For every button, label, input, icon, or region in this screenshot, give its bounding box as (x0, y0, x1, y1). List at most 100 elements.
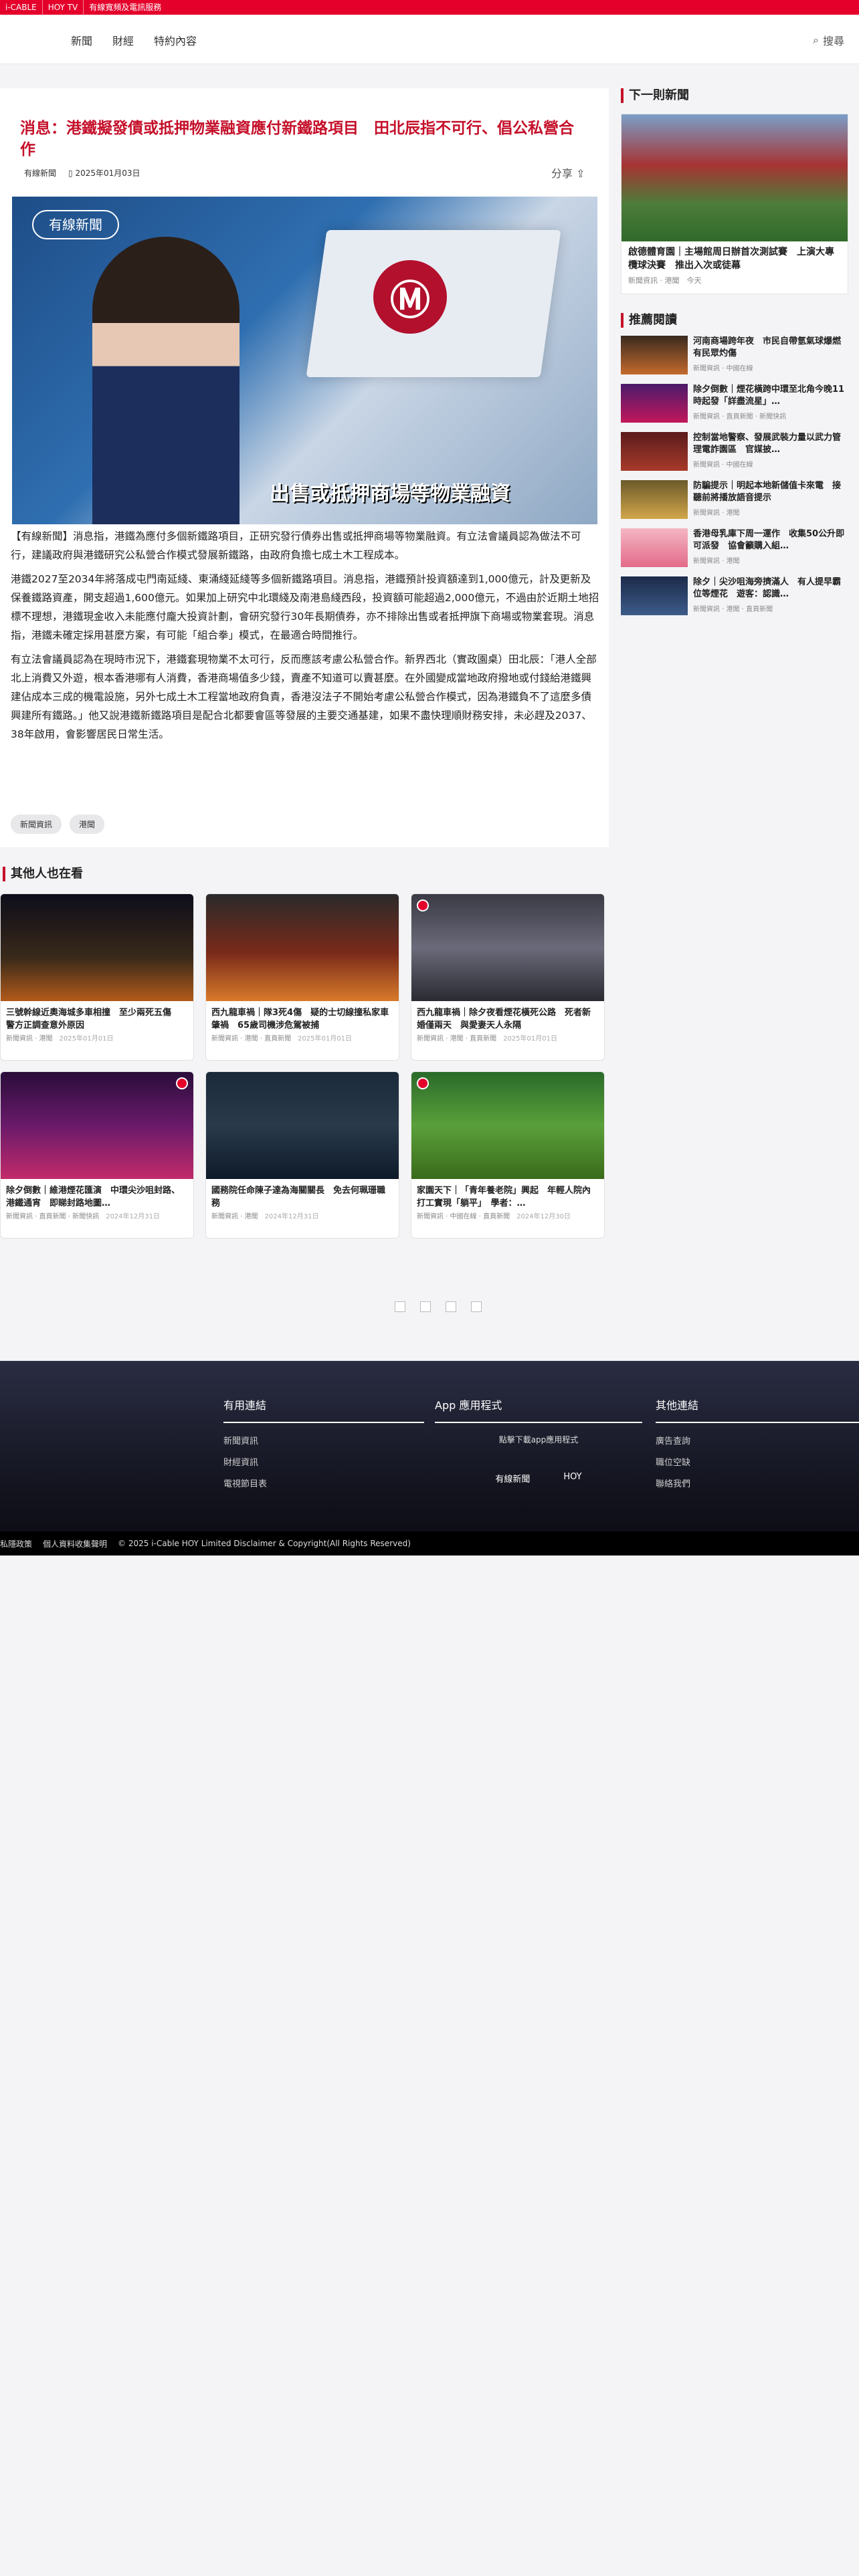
share-button[interactable]: 分享 ⇪ (551, 165, 585, 181)
card-date: 2024年12月31日 (106, 1213, 160, 1220)
article-date-text: 2025年01月03日 (75, 169, 140, 178)
card-date: 2024年12月30日 (516, 1213, 571, 1220)
footer-app-text: 點擊下載app應用程式 (498, 1435, 579, 1444)
topbar-link-hoytv[interactable]: HOY TV (43, 0, 84, 15)
card-date: 2024年12月31日 (264, 1213, 319, 1220)
rec-thumb (621, 432, 688, 471)
share-label: 分享 (551, 167, 573, 180)
card-title: 三號幹線近奧海城多車相撞 至少兩死五傷 警方正調查意外原因 (6, 1008, 181, 1031)
rec-meta: 新聞資訊 · 港聞 (693, 510, 740, 517)
footer-col1-heading: 有用連結 (223, 1396, 424, 1423)
card-category: 新聞資訊 · 中國在線 · 直頁新聞 (417, 1213, 510, 1220)
paragraph-2: 港鐵2027至2034年將落成屯門南延綫、東涌綫延綫等多個新鐵路項目。消息指，港… (11, 573, 599, 641)
others-heading: 其他人也在看 (3, 867, 83, 881)
nav-sponsored[interactable]: 特約內容 (154, 32, 197, 48)
article-date: ▯ 2025年01月03日 (68, 167, 140, 179)
card-date: 2025年01月01日 (298, 1035, 352, 1043)
rec-title: 除夕倒數｜煙花橫跨中環至北角今晚11時起發「詳盡流星」… (693, 385, 845, 407)
card-image (206, 1072, 399, 1179)
tag-hk[interactable]: 港聞 (70, 815, 105, 834)
article-body: 【有線新聞】消息指，港鐵為應付多個新鐵路項目，正研究發行債券出售或抵押商場等物業… (11, 527, 599, 744)
site-footer: 有用連結 新聞資訊 財經資訊 電視節目表 App 應用程式 點擊下載app應用程… (0, 1361, 859, 1555)
tag-news[interactable]: 新聞資訊 (11, 815, 62, 834)
share-icon: ⇪ (576, 167, 585, 180)
card-category: 新聞資訊 · 直頁新聞 · 新聞快訊 (6, 1213, 100, 1220)
others-grid: 三號幹線近奧海城多車相撞 至少兩死五傷 警方正調查意外原因 新聞資訊 · 港聞 … (0, 893, 609, 1239)
news-card[interactable]: 家園天下｜「青年養老院」興起 年輕人院內打工實現「躺平」 學者：… 新聞資訊 ·… (411, 1071, 605, 1239)
card-meta: 新聞資訊 · 港聞 2025年01月01日 (1, 1032, 193, 1047)
footer-link-jobs[interactable]: 職位空缺 (656, 1453, 859, 1474)
nav-news[interactable]: 新聞 (71, 32, 92, 48)
card-meta: 新聞資訊 · 港聞 · 直頁新聞 2025年01月01日 (411, 1032, 604, 1047)
topbar-link-broadband[interactable]: 有線寬頻及電訊服務 (84, 0, 167, 15)
card-category: 新聞資訊 · 港聞 · 直頁新聞 (417, 1035, 497, 1043)
news-card[interactable]: 西九龍車禍｜隊3死4傷 疑的士切線撞私家車肇禍 65歲司機涉危駕被捕 新聞資訊 … (205, 893, 399, 1061)
rec-title: 香港母乳庫下周一運作 收集50公升即可派發 協會籲購入組… (693, 529, 845, 551)
list-item[interactable]: 香港母乳庫下周一運作 收集50公升即可派發 協會籲購入組… 新聞資訊 · 港聞 (621, 528, 848, 568)
list-item[interactable]: 防騙提示｜明起本地新儲值卡來電 接聽前將播放語音提示新聞資訊 · 港聞 (621, 480, 848, 520)
footer-link-contact[interactable]: 聯絡我們 (656, 1474, 859, 1495)
footer-link-news[interactable]: 新聞資訊 (223, 1431, 424, 1453)
mtr-logo-icon: Ⓜ (373, 260, 447, 334)
card-image (411, 1072, 604, 1179)
rec-title: 防騙提示｜明起本地新儲值卡來電 接聽前將播放語音提示 (693, 481, 842, 503)
ad-placeholder-row (395, 1301, 482, 1312)
ad-placeholder-icon[interactable] (420, 1301, 431, 1312)
footer-apps: App 應用程式 點擊下載app應用程式 有線新聞 HOY (435, 1396, 642, 1485)
next-news-card[interactable]: 啟德體育園｜主場館周日辦首次測試賽 上演大專欖球決賽 推出入次或徒幕 新聞資訊 … (621, 114, 848, 294)
news-card[interactable]: 西九龍車禍｜除夕夜看煙花橫死公路 死者新婚僅兩天 與愛妻天人永隔 新聞資訊 · … (411, 893, 605, 1061)
footer-col3-heading: 其他連結 (656, 1396, 859, 1423)
footer-link-tv-guide[interactable]: 電視節目表 (223, 1474, 424, 1495)
card-title: 西九龍車禍｜隊3死4傷 疑的士切線撞私家車肇禍 65歲司機涉危駕被捕 (211, 1008, 389, 1031)
card-meta: 新聞資訊 · 直頁新聞 · 新聞快訊 2024年12月31日 (1, 1210, 193, 1224)
copyright-bar: 私隱政策 個人資料收集聲明 © 2025 i-Cable HOY Limited… (0, 1531, 859, 1555)
next-news-title: 啟德體育園｜主場館周日辦首次測試賽 上演大專欖球決賽 推出入次或徒幕 (628, 247, 834, 271)
list-item[interactable]: 除夕｜尖沙咀海旁擠滿人 有人提早霸位等煙花 遊客：認識… 新聞資訊 · 港聞 · … (621, 576, 848, 617)
privacy-link[interactable]: 私隱政策 (0, 1538, 32, 1549)
footer-col2-heading: App 應用程式 (435, 1396, 642, 1423)
search-button[interactable]: ⌕ 搜尋 (813, 32, 844, 48)
rec-title: 河南商場跨年夜 市民自帶氫氣球爆燃 有民眾灼傷 (693, 336, 848, 358)
cable-news-watermark: 有線新聞 (32, 210, 119, 239)
site-logo[interactable] (0, 23, 24, 47)
rec-thumb (621, 576, 688, 615)
pics-link[interactable]: 個人資料收集聲明 (43, 1538, 107, 1549)
news-card[interactable]: 三號幹線近奧海城多車相撞 至少兩死五傷 警方正調查意外原因 新聞資訊 · 港聞 … (0, 893, 194, 1061)
ad-placeholder-icon[interactable] (446, 1301, 456, 1312)
main-nav: 新聞 財經 特約內容 (71, 32, 197, 48)
article-tags: 新聞資訊 港聞 (11, 815, 105, 834)
news-card[interactable]: 國務院任命陳子達為海關關長 免去何珮珊職務 新聞資訊 · 港聞 2024年12月… (205, 1071, 399, 1239)
card-image (1, 894, 193, 1001)
top-service-bar: i-CABLE HOY TV 有線寬頻及電訊服務 (0, 0, 859, 15)
nav-finance[interactable]: 財經 (112, 32, 134, 48)
footer-link-finance[interactable]: 財經資訊 (223, 1453, 424, 1474)
footer-other-links: 其他連結 廣告查詢 職位空缺 聯絡我們 (656, 1396, 859, 1495)
article-title: 消息：港鐵擬發債或抵押物業融資應付新鐵路項目 田北辰指不可行、倡公私營合作 (20, 120, 574, 158)
site-header: 新聞 財經 特約內容 ⌕ 搜尋 (0, 15, 859, 64)
footer-link-ads[interactable]: 廣告查詢 (656, 1431, 859, 1453)
rec-thumb (621, 480, 688, 519)
next-news-heading: 下一則新聞 (621, 88, 848, 103)
live-badge-icon (417, 1077, 429, 1089)
rec-thumb (621, 336, 688, 374)
next-news-category: 新聞資訊 · 港聞 (628, 276, 680, 285)
app-link-cable-news[interactable]: 有線新聞 (495, 1472, 530, 1485)
rec-thumb (621, 528, 688, 567)
card-image (206, 894, 399, 1001)
card-title: 除夕倒數｜維港煙花匯演 中環尖沙咀封路、港鐵通宵 即睇封路地圖… (6, 1186, 181, 1208)
card-meta: 新聞資訊 · 港聞 · 直頁新聞 2025年01月01日 (206, 1032, 399, 1047)
list-item[interactable]: 除夕倒數｜煙花橫跨中環至北角今晚11時起發「詳盡流星」… 新聞資訊 · 直頁新聞 … (621, 384, 848, 424)
paragraph-3: 有立法會議員認為在現時市況下，港鐵套現物業不太可行，反而應該考慮公私營合作。新界… (11, 653, 597, 740)
app-link-hoy[interactable]: HOY (563, 1472, 581, 1485)
live-badge-icon (417, 899, 429, 911)
next-news-date: 今天 (686, 276, 702, 285)
list-item[interactable]: 河南商場跨年夜 市民自帶氫氣球爆燃 有民眾灼傷 新聞資訊 · 中國在線 (621, 336, 848, 376)
rec-meta: 新聞資訊 · 中國在線 (693, 461, 753, 469)
list-item[interactable]: 控制當地警察、發展武裝力量以武力管理電詐園區 官媒披… 新聞資訊 · 中國在線 (621, 432, 848, 472)
search-icon: ⌕ (813, 33, 819, 46)
article-meta: 有線新聞 ▯ 2025年01月03日 (24, 167, 140, 179)
news-card[interactable]: 除夕倒數｜維港煙花匯演 中環尖沙咀封路、港鐵通宵 即睇封路地圖… 新聞資訊 · … (0, 1071, 194, 1239)
topbar-link-icable[interactable]: i-CABLE (0, 0, 43, 15)
ad-placeholder-icon[interactable] (471, 1301, 482, 1312)
ad-placeholder-icon[interactable] (395, 1301, 405, 1312)
